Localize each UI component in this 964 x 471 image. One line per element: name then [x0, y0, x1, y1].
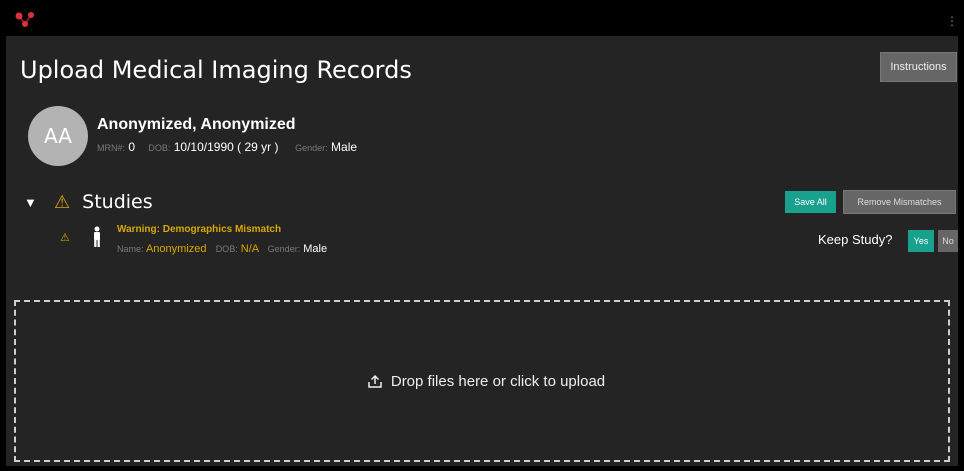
person-icon	[94, 226, 100, 247]
dropzone-text: Drop files here or click to upload	[390, 372, 606, 390]
study-demographics: Name: Anonymized DOB: N/A Gender: Male	[117, 243, 327, 255]
studies-header[interactable]: ▼ ⚠ Studies	[24, 190, 153, 214]
file-dropzone[interactable]: Drop files here or click to upload	[14, 300, 950, 462]
gender-label: Gender:	[295, 143, 328, 153]
dob-label: DOB:	[148, 143, 171, 153]
mrn-label: MRN#:	[97, 143, 126, 153]
study-name-label: Name:	[117, 244, 144, 254]
instructions-button[interactable]: Instructions	[880, 52, 957, 82]
warning-icon: ⚠	[54, 191, 71, 212]
page-title: Upload Medical Imaging Records	[20, 56, 412, 84]
study-gender-value: Male	[303, 243, 328, 255]
more-menu-icon[interactable]: ⋮	[946, 14, 958, 28]
upload-icon	[368, 374, 382, 388]
gender-value: Male	[331, 140, 358, 154]
dob-value: 10/10/1990 ( 29 yr )	[173, 140, 279, 154]
study-dob-label: DOB:	[215, 244, 238, 254]
studies-title: Studies	[82, 191, 153, 213]
mrn-value: 0	[128, 140, 136, 154]
logo-icon[interactable]	[14, 10, 36, 30]
save-all-button[interactable]: Save All	[785, 191, 836, 213]
patient-demographics: MRN#: 0 DOB: 10/10/1990 ( 29 yr ) Gender…	[97, 140, 357, 154]
warning-icon: ⚠	[60, 232, 70, 244]
upload-panel: Upload Medical Imaging Records Instructi…	[6, 36, 958, 466]
demographics-warning: Warning: Demographics Mismatch	[117, 224, 282, 235]
keep-yes-button[interactable]: Yes	[908, 230, 934, 252]
remove-mismatches-button[interactable]: Remove Mismatches	[843, 190, 956, 214]
avatar: AA	[28, 106, 88, 166]
keep-no-button[interactable]: No	[938, 230, 958, 252]
keep-study-label: Keep Study?	[818, 232, 893, 247]
patient-name: Anonymized, Anonymized	[97, 116, 296, 133]
study-gender-label: Gender:	[267, 244, 301, 254]
top-bar: ⋮	[6, 6, 958, 36]
study-dob-value: N/A	[240, 243, 259, 255]
study-name-value: Anonymized	[145, 243, 207, 255]
caret-down-icon[interactable]: ▼	[24, 195, 44, 210]
